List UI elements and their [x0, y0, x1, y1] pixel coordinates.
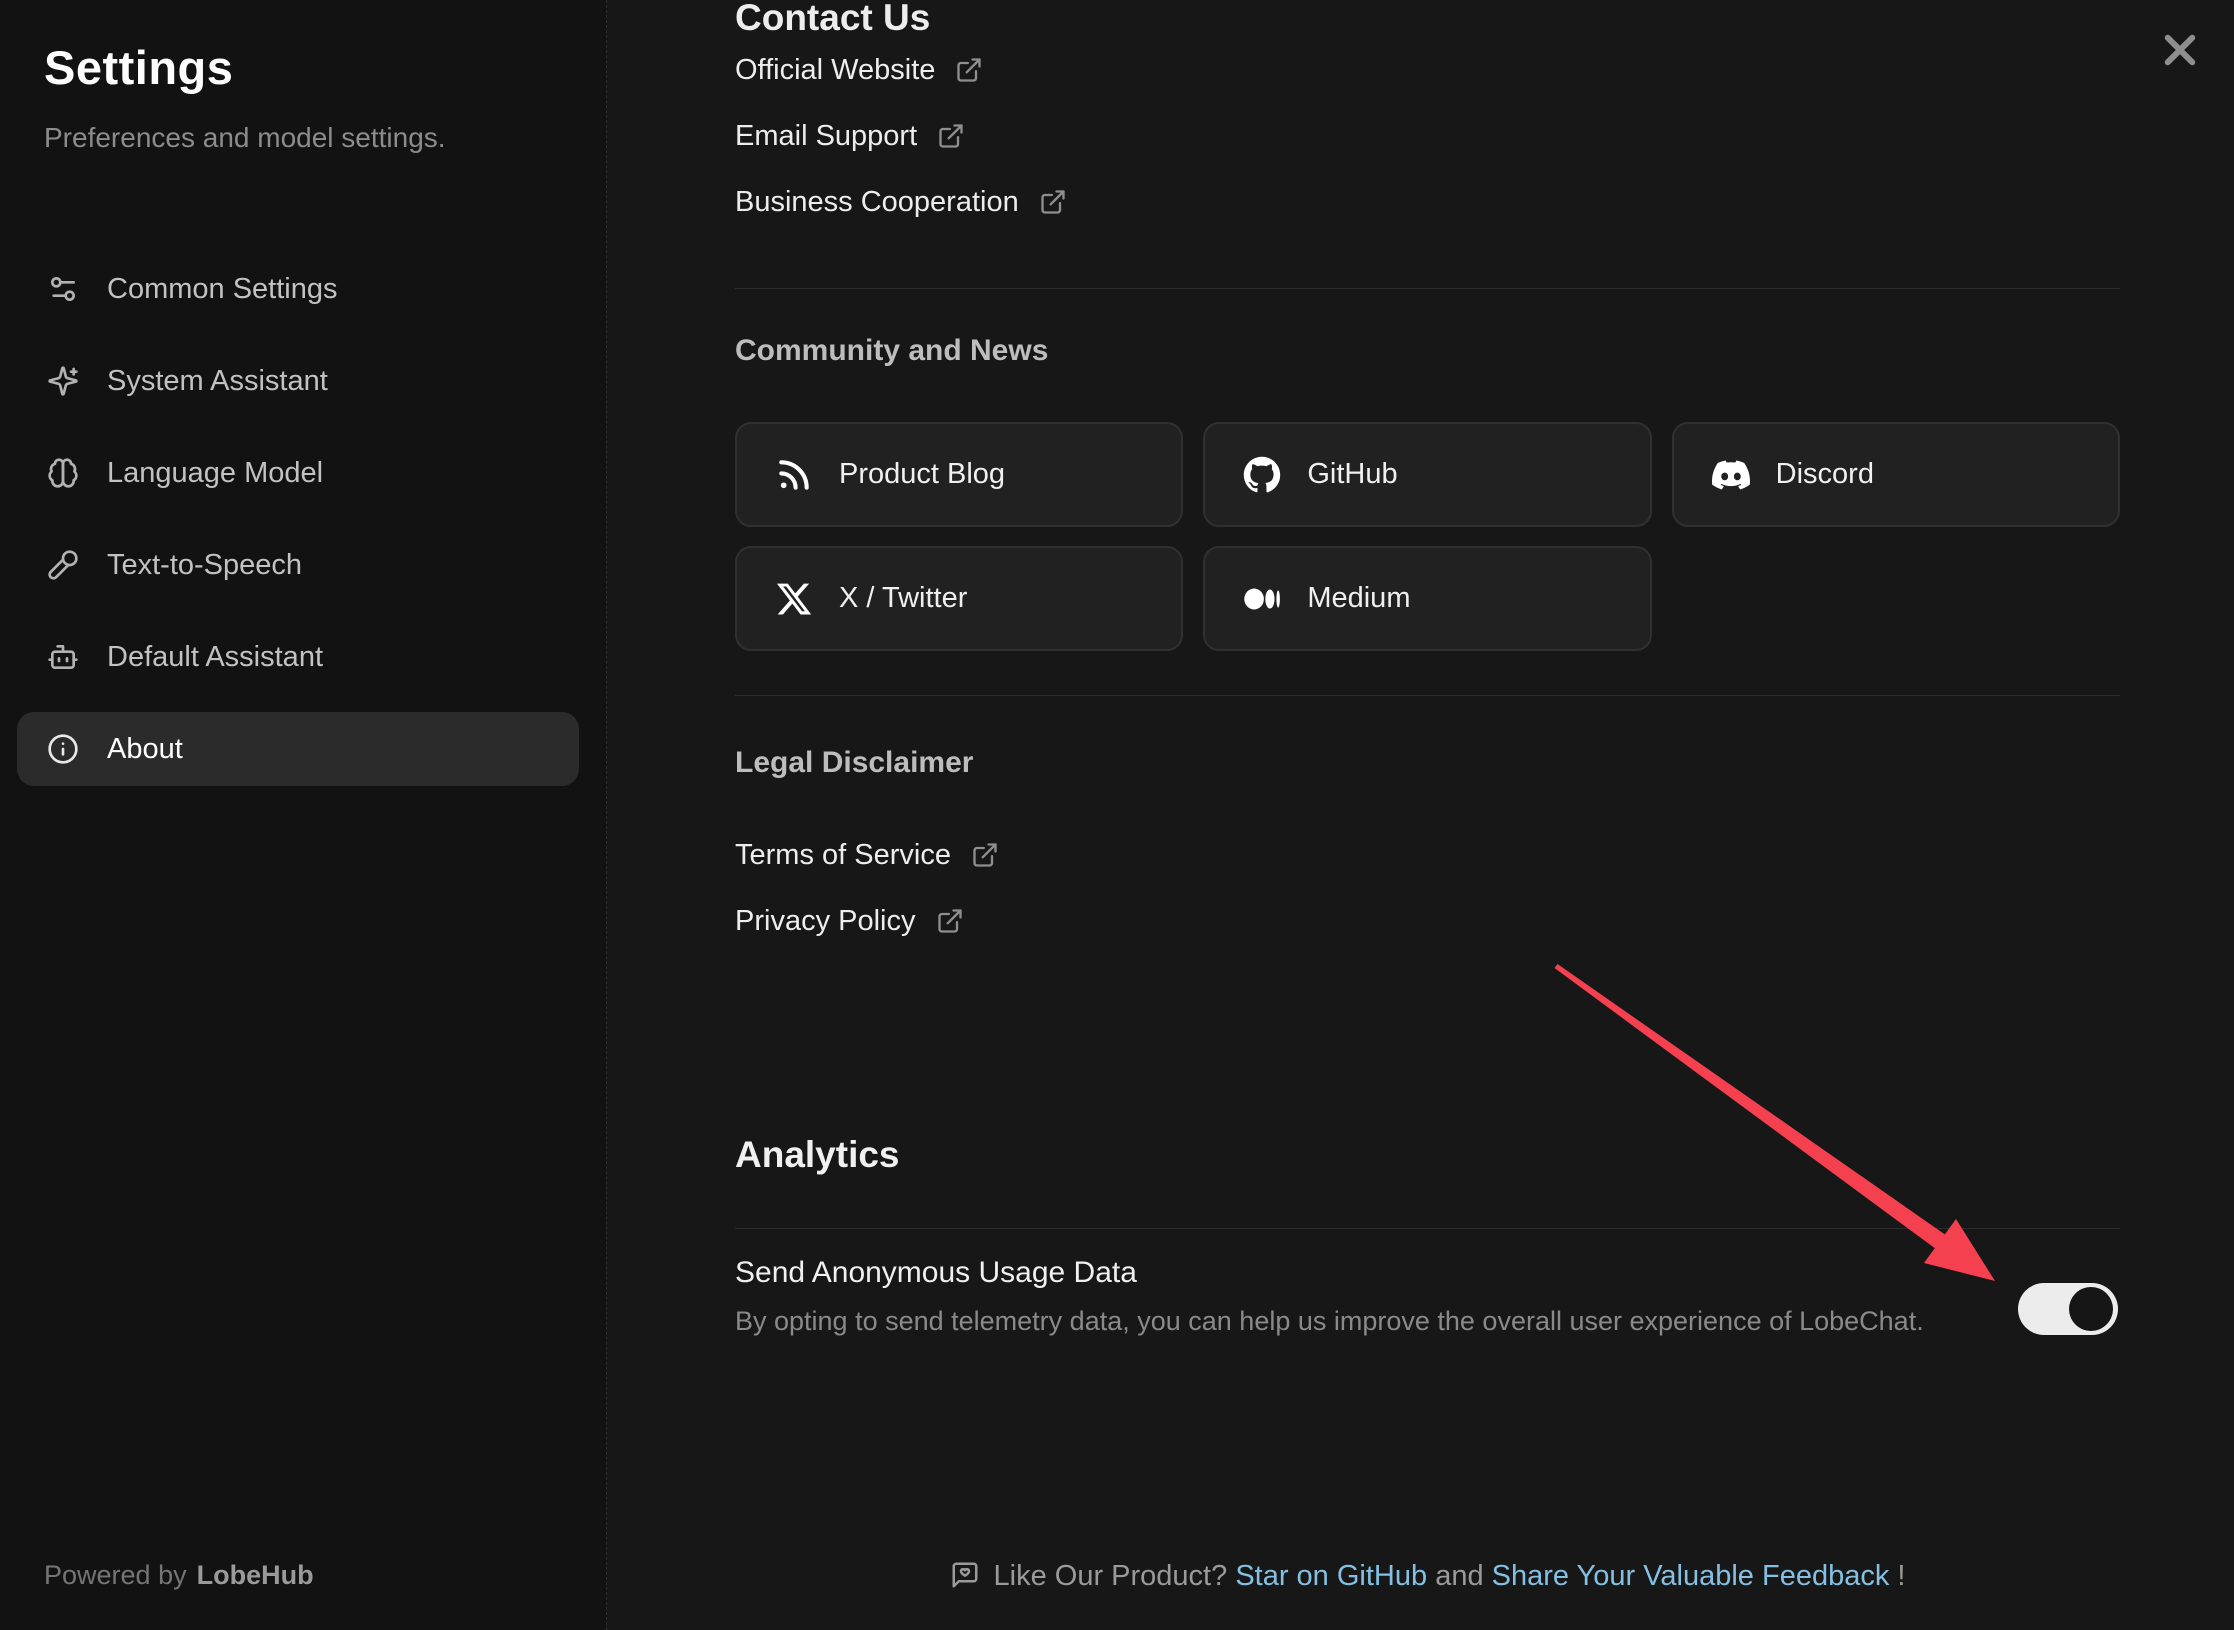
sidebar-item-common-settings[interactable]: Common Settings	[17, 252, 579, 326]
official-website-link[interactable]: Official Website	[735, 48, 1067, 92]
toggle-knob	[2069, 1287, 2113, 1331]
discord-icon	[1712, 456, 1750, 494]
sidebar-item-label: Language Model	[107, 457, 323, 490]
external-link-icon	[936, 907, 964, 935]
button-label: Product Blog	[839, 458, 1005, 491]
info-icon	[47, 733, 79, 765]
product-footer: Like Our Product? Star on GitHub and Sha…	[735, 1560, 2120, 1593]
sidebar-item-label: About	[107, 733, 183, 766]
link-label: Official Website	[735, 54, 935, 87]
button-label: GitHub	[1307, 458, 1397, 491]
sidebar-item-default-assistant[interactable]: Default Assistant	[17, 620, 579, 694]
sidebar-item-text-to-speech[interactable]: Text-to-Speech	[17, 528, 579, 602]
settings-nav: Common Settings System Assistant Languag…	[17, 252, 579, 804]
github-icon	[1243, 456, 1281, 494]
sidebar: Settings Preferences and model settings.…	[0, 0, 607, 1630]
usage-data-label: Send Anonymous Usage Data	[735, 1256, 1137, 1290]
link-label: Email Support	[735, 120, 917, 153]
close-icon	[2159, 29, 2201, 71]
external-link-icon	[971, 841, 999, 869]
lobehub-logo: LobeHub	[197, 1560, 314, 1590]
x-twitter-button[interactable]: X / Twitter	[735, 546, 1183, 651]
footer-text: Like Our Product?	[994, 1560, 1236, 1592]
sidebar-item-label: System Assistant	[107, 365, 328, 398]
settings-page: Settings Preferences and model settings.…	[0, 0, 2234, 1630]
brain-icon	[47, 457, 79, 489]
footer-text: !	[1889, 1560, 1905, 1592]
product-blog-button[interactable]: Product Blog	[735, 422, 1183, 527]
link-label: Privacy Policy	[735, 905, 916, 938]
button-label: Medium	[1307, 582, 1410, 615]
page-subtitle: Preferences and model settings.	[44, 122, 446, 154]
sidebar-item-about[interactable]: About	[17, 712, 579, 786]
business-cooperation-link[interactable]: Business Cooperation	[735, 180, 1067, 224]
legal-heading: Legal Disclaimer	[735, 746, 973, 780]
medium-icon	[1243, 580, 1281, 618]
powered-by: Powered by LobeHub	[44, 1560, 314, 1591]
share-feedback-link[interactable]: Share Your Valuable Feedback	[1492, 1560, 1890, 1592]
external-link-icon	[937, 122, 965, 150]
sidebar-item-label: Common Settings	[107, 273, 338, 306]
legal-links: Terms of Service Privacy Policy	[735, 833, 999, 965]
sliders-icon	[47, 273, 79, 305]
external-link-icon	[1039, 188, 1067, 216]
contact-links: Official Website Email Support Business …	[735, 48, 1067, 246]
section-divider	[735, 288, 2120, 289]
community-buttons: Product Blog GitHub Discord X / Twitter	[735, 422, 2120, 651]
privacy-policy-link[interactable]: Privacy Policy	[735, 899, 999, 943]
analytics-heading: Analytics	[735, 1134, 900, 1176]
page-title: Settings	[44, 40, 233, 95]
external-link-icon	[955, 56, 983, 84]
section-divider	[735, 1228, 2120, 1229]
mic-icon	[47, 549, 79, 581]
button-label: Discord	[1776, 458, 1874, 491]
powered-by-text: Powered by	[44, 1560, 187, 1590]
community-heading: Community and News	[735, 334, 1048, 368]
discord-button[interactable]: Discord	[1672, 422, 2120, 527]
about-panel: Contact Us Official Website Email Suppor…	[608, 0, 2234, 1630]
bot-icon	[47, 641, 79, 673]
contact-us-heading: Contact Us	[735, 0, 930, 39]
sidebar-item-language-model[interactable]: Language Model	[17, 436, 579, 510]
rss-icon	[775, 456, 813, 494]
close-button[interactable]	[2152, 22, 2208, 78]
footer-text: and	[1427, 1560, 1492, 1592]
email-support-link[interactable]: Email Support	[735, 114, 1067, 158]
sidebar-item-system-assistant[interactable]: System Assistant	[17, 344, 579, 418]
github-button[interactable]: GitHub	[1203, 422, 1651, 527]
link-label: Terms of Service	[735, 839, 951, 872]
section-divider	[735, 695, 2120, 696]
usage-data-toggle[interactable]	[2018, 1283, 2118, 1335]
button-label: X / Twitter	[839, 582, 967, 615]
terms-of-service-link[interactable]: Terms of Service	[735, 833, 999, 877]
sidebar-item-label: Default Assistant	[107, 641, 323, 674]
sidebar-item-label: Text-to-Speech	[107, 549, 302, 582]
feedback-icon	[950, 1560, 980, 1590]
medium-button[interactable]: Medium	[1203, 546, 1651, 651]
sparkles-icon	[47, 365, 79, 397]
usage-data-description: By opting to send telemetry data, you ca…	[735, 1306, 1924, 1337]
star-on-github-link[interactable]: Star on GitHub	[1235, 1560, 1427, 1592]
link-label: Business Cooperation	[735, 186, 1019, 219]
x-twitter-icon	[775, 580, 813, 618]
